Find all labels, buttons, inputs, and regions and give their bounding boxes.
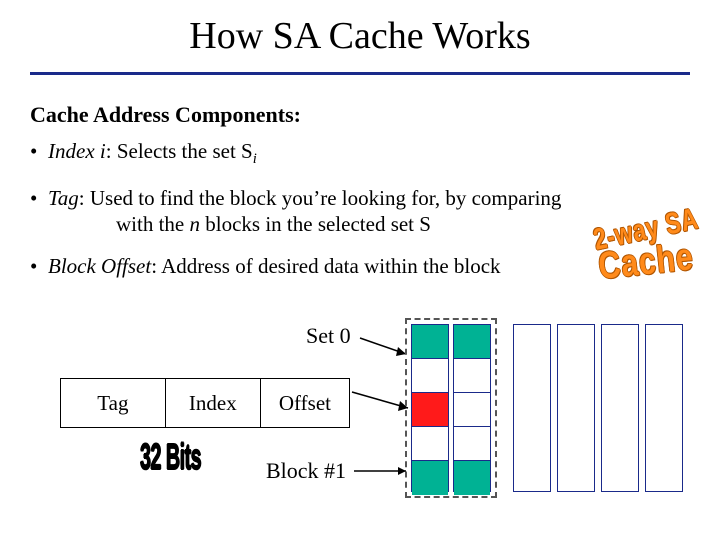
section-heading: Cache Address Components:: [30, 102, 301, 128]
block-way0-row2: [412, 393, 448, 427]
bullet-wrap: with the n blocks in the selected set S: [48, 211, 690, 237]
field-index: Index: [165, 379, 260, 428]
block-cell: [454, 427, 490, 461]
block-cell: [412, 359, 448, 393]
slide-title: How SA Cache Works: [0, 14, 720, 58]
bullet-tag: Tag: Used to find the block you’re looki…: [30, 185, 690, 238]
bullet-term: Index i: [48, 139, 106, 163]
cache-col: [645, 324, 683, 492]
subscript-i: i: [253, 151, 257, 167]
cache-way-0: [411, 324, 449, 492]
bullet-index: Index i: Selects the set Si: [30, 138, 690, 169]
bullet-text: : Selects the set S: [106, 139, 253, 163]
block-cell: [454, 393, 490, 427]
field-tag: Tag: [61, 379, 166, 428]
block-cell: [454, 359, 490, 393]
field-offset: Offset: [260, 379, 349, 428]
bullet-list: Index i: Selects the set Si Tag: Used to…: [30, 138, 690, 295]
label-set0: Set 0: [306, 323, 351, 349]
title-rule: [30, 72, 690, 75]
cache-col: [557, 324, 595, 492]
block-cell: [412, 427, 448, 461]
cache-way-1: [453, 324, 491, 492]
block-way1-row0: [454, 325, 490, 359]
block-way0-row4: [412, 461, 448, 495]
label-block1: Block #1: [266, 458, 346, 484]
cache-col: [513, 324, 551, 492]
cache-col: [601, 324, 639, 492]
bullet-text: : Address of desired data within the blo…: [151, 254, 500, 278]
block-way0-row0: [412, 325, 448, 359]
bullet-text: with the: [116, 212, 190, 236]
address-fields-table: Tag Index Offset: [60, 378, 350, 428]
bullet-offset: Block Offset: Address of desired data wi…: [30, 253, 690, 279]
bullet-term: Tag: [48, 186, 79, 210]
block-way1-row4: [454, 461, 490, 495]
bullet-em-n: n: [190, 212, 201, 236]
cache-diagram: [405, 318, 695, 498]
bullet-text: blocks in the selected set S: [200, 212, 431, 236]
wordart-32bits: 32 Bits: [140, 436, 201, 478]
bullet-term: Block Offset: [48, 254, 151, 278]
bullet-text: : Used to find the block you’re looking …: [79, 186, 562, 210]
slide: How SA Cache Works Cache Address Compone…: [0, 0, 720, 540]
